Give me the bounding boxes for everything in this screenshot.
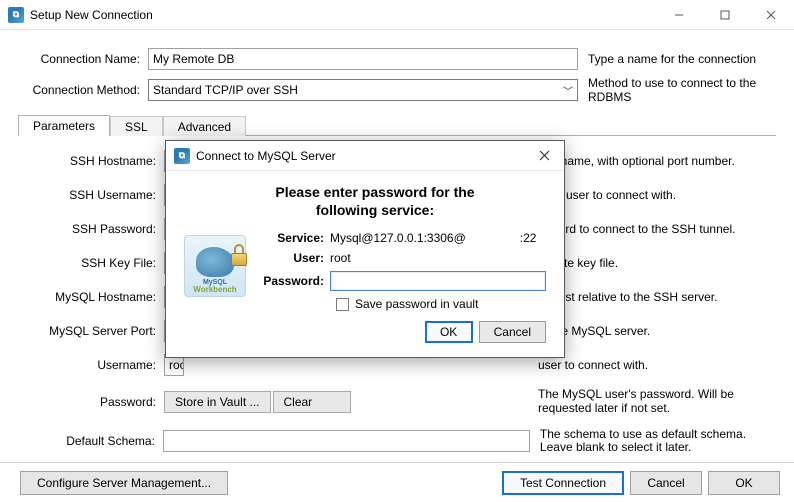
minimize-button[interactable] <box>656 0 702 30</box>
dialog-heading: Please enter password for the following … <box>244 183 506 219</box>
close-button[interactable] <box>748 0 794 30</box>
dialog-password-input[interactable] <box>330 271 546 291</box>
user-label: User: <box>260 251 330 265</box>
tab-parameters[interactable]: Parameters <box>18 115 110 136</box>
dialog-app-icon: ⧉ <box>174 148 190 164</box>
password-desc: The MySQL user's password. Will be reque… <box>528 388 768 416</box>
tab-strip: Parameters SSL Advanced <box>18 114 776 136</box>
connection-method-label: Connection Method: <box>18 83 148 97</box>
maximize-button[interactable] <box>702 0 748 30</box>
app-icon: ⧉ <box>8 7 24 23</box>
password-dialog: ⧉ Connect to MySQL Server Please enter p… <box>165 140 565 358</box>
chevron-down-icon: ﹀ <box>563 83 573 98</box>
bottom-button-bar: Configure Server Management... Test Conn… <box>0 462 794 502</box>
redacted-host <box>466 233 520 245</box>
dialog-cancel-button[interactable]: Cancel <box>479 321 546 343</box>
ssh-username-label: SSH Username: <box>26 188 164 202</box>
connection-method-select[interactable]: Standard TCP/IP over SSH ﹀ <box>148 79 578 101</box>
window-controls <box>656 0 794 30</box>
save-password-checkbox[interactable] <box>336 298 349 311</box>
ok-button[interactable]: OK <box>708 471 780 495</box>
connection-name-desc: Type a name for the connection <box>588 52 776 66</box>
dialog-titlebar: ⧉ Connect to MySQL Server <box>166 141 564 171</box>
ssh-password-label: SSH Password: <box>26 222 164 236</box>
default-schema-desc: The schema to use as default schema. Lea… <box>530 428 768 456</box>
service-label: Service: <box>260 231 330 245</box>
service-value: Mysql@127.0.0.1:3306@:22 <box>330 231 546 245</box>
ssh-keyfile-label: SSH Key File: <box>26 256 164 270</box>
configure-server-button[interactable]: Configure Server Management... <box>20 471 228 495</box>
dialog-password-label: Password: <box>260 274 330 288</box>
mysql-port-label: MySQL Server Port: <box>26 324 164 338</box>
username-desc: user to connect with. <box>528 358 768 372</box>
tab-ssl[interactable]: SSL <box>110 116 163 136</box>
connection-method-desc: Method to use to connect to the RDBMS <box>588 76 776 104</box>
default-schema-label: Default Schema: <box>26 434 163 448</box>
connection-method-value: Standard TCP/IP over SSH <box>153 83 298 97</box>
cancel-button[interactable]: Cancel <box>630 471 702 495</box>
connection-name-input[interactable] <box>148 48 578 70</box>
dialog-ok-button[interactable]: OK <box>425 321 473 343</box>
main-window-titlebar: ⧉ Setup New Connection <box>0 0 794 30</box>
window-title: Setup New Connection <box>30 8 153 22</box>
mysql-hostname-label: MySQL Hostname: <box>26 290 164 304</box>
test-connection-button[interactable]: Test Connection <box>502 471 624 495</box>
store-in-vault-button[interactable]: Store in Vault ... <box>164 391 271 413</box>
connection-name-label: Connection Name: <box>18 52 148 66</box>
username-label: Username: <box>26 358 164 372</box>
workbench-lock-icon: MySQL Workbench <box>184 235 246 297</box>
save-password-label: Save password in vault <box>355 297 478 311</box>
password-label: Password: <box>26 395 164 409</box>
default-schema-input[interactable] <box>163 430 530 452</box>
user-value: root <box>330 251 546 265</box>
tab-advanced[interactable]: Advanced <box>163 116 246 136</box>
clear-password-button[interactable]: Clear <box>273 391 351 413</box>
ssh-hostname-label: SSH Hostname: <box>26 154 164 168</box>
dialog-title: Connect to MySQL Server <box>196 149 336 163</box>
dialog-close-button[interactable] <box>524 141 564 171</box>
